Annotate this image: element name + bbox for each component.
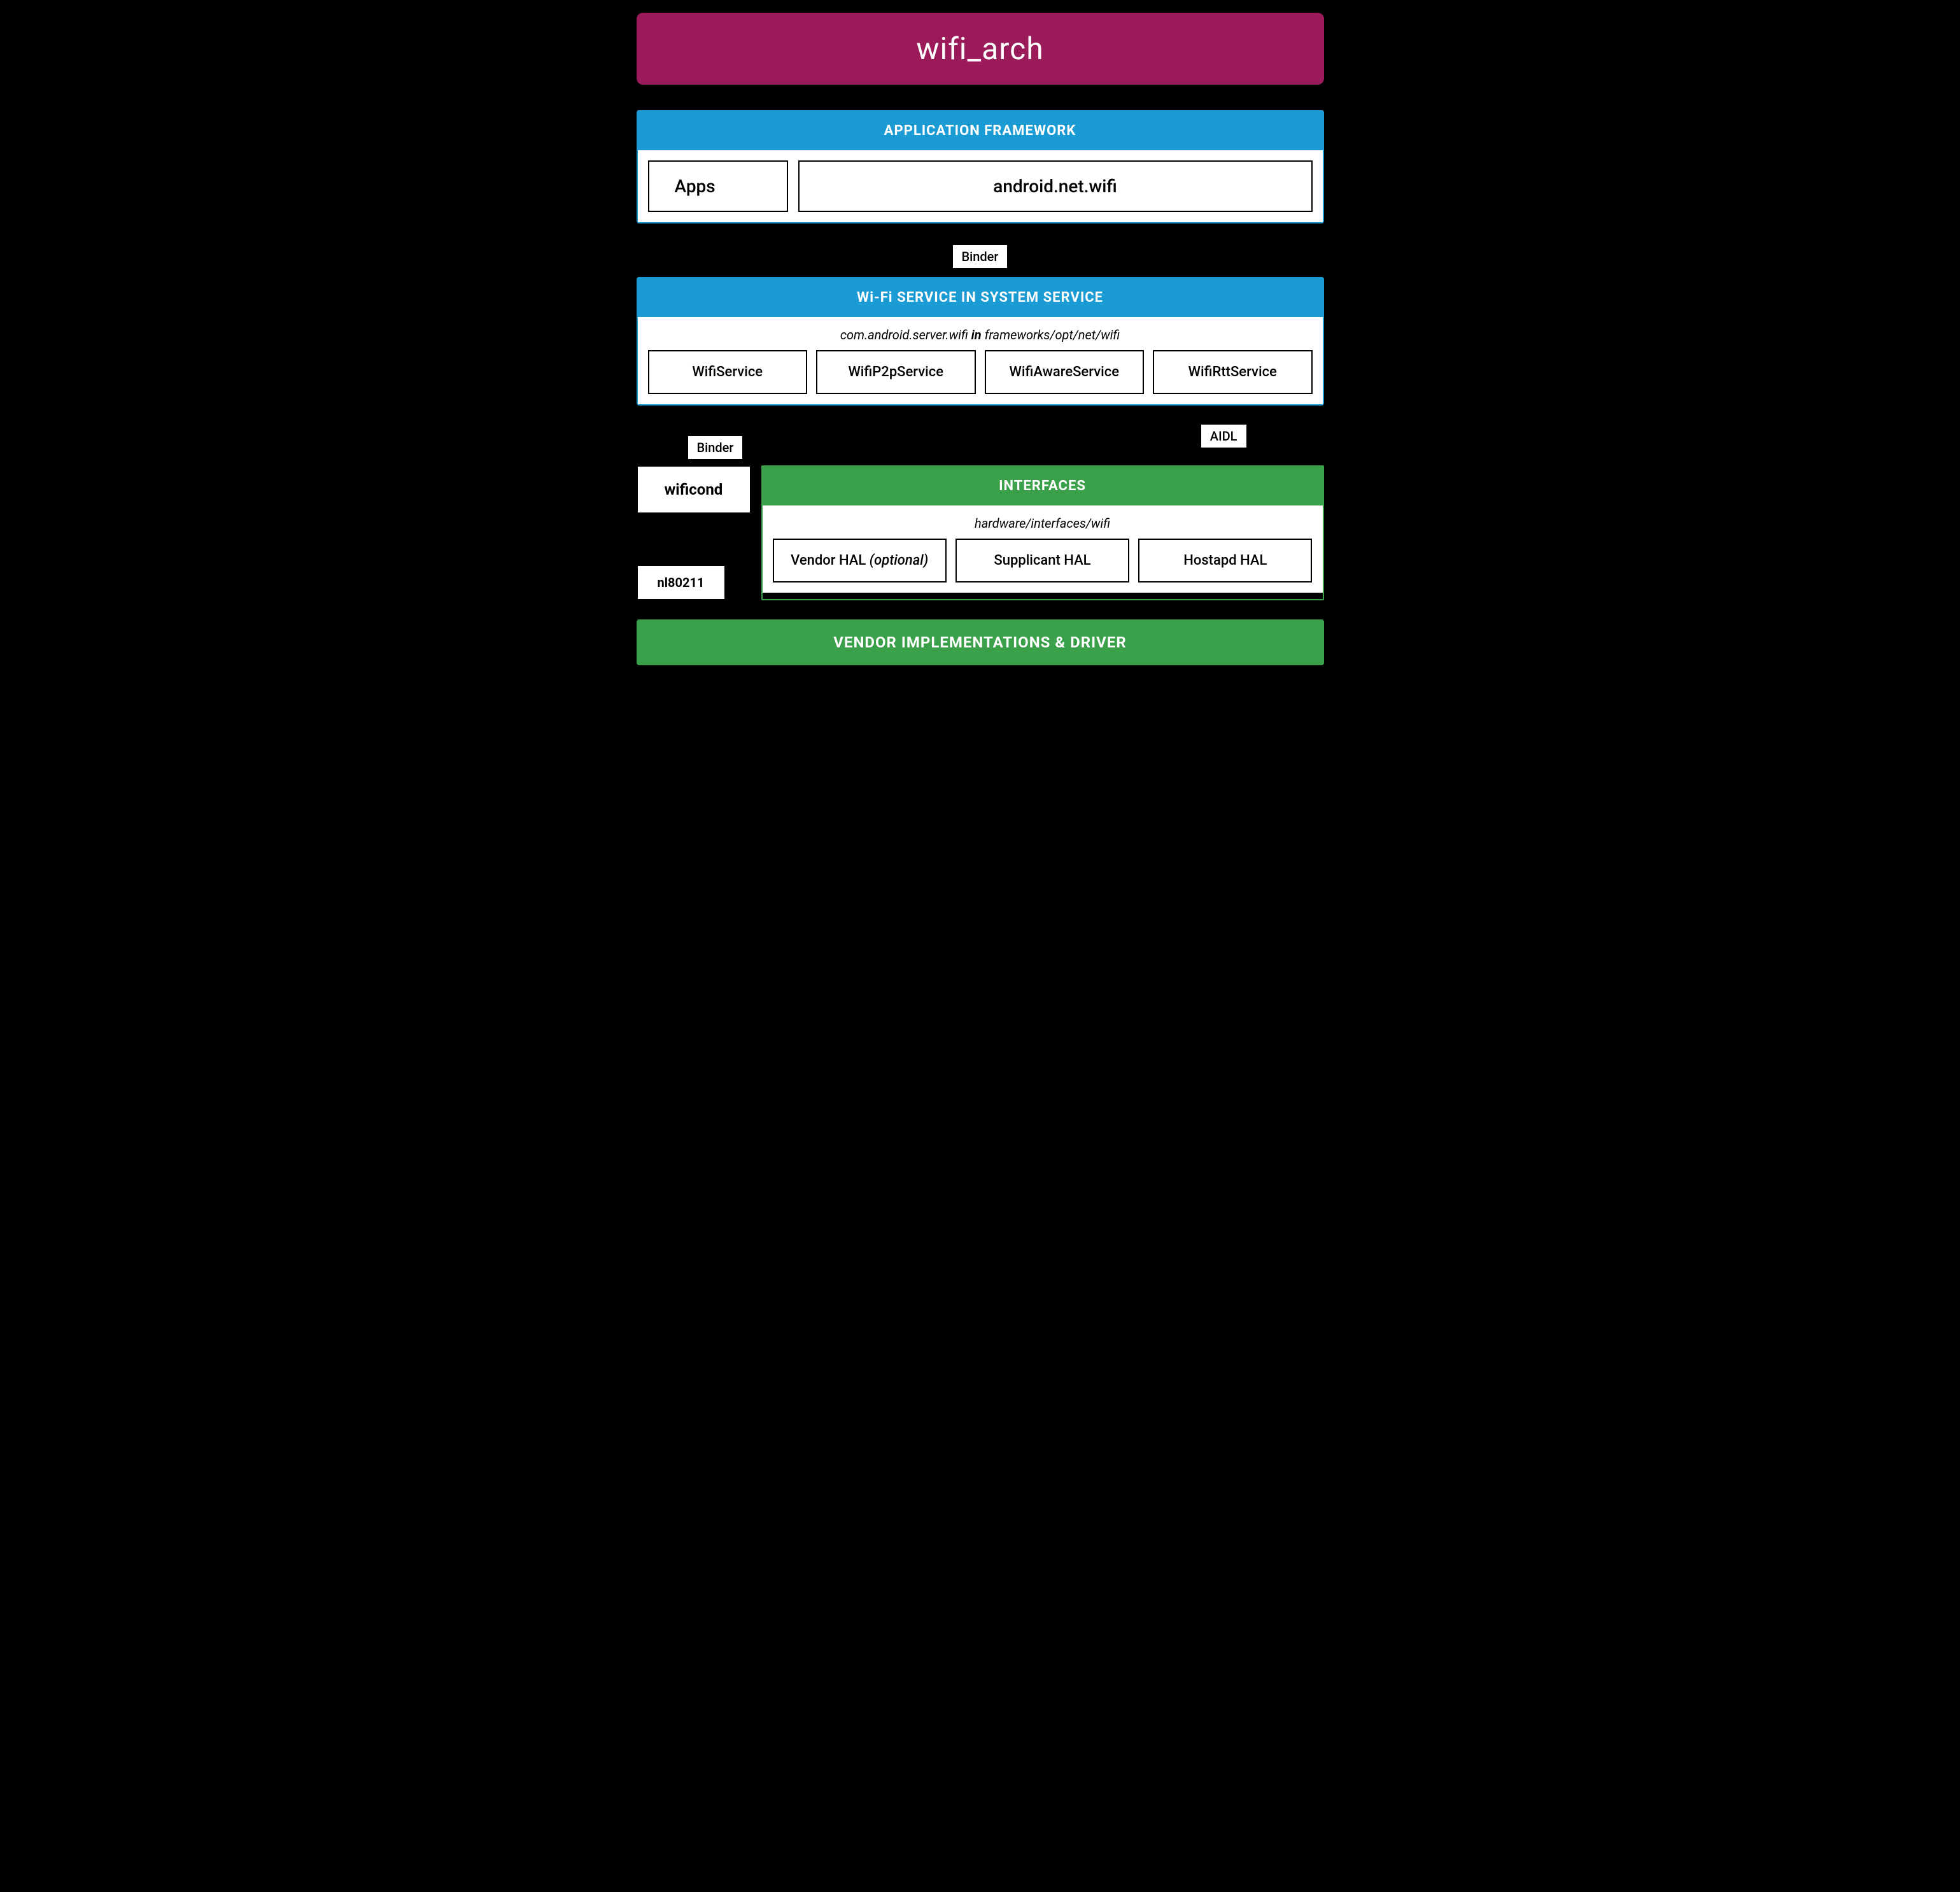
vendor-hal-text: Vendor HAL (optional) — [791, 553, 928, 568]
supplicant-hal-box: Supplicant HAL — [955, 539, 1129, 582]
interfaces-body: hardware/interfaces/wifi Vendor HAL (opt… — [763, 505, 1323, 593]
wifi-service-body: com.android.server.wifi in frameworks/op… — [638, 317, 1323, 404]
wifiaware-service-box: WifiAwareService — [985, 350, 1145, 394]
hal-row: Vendor HAL (optional) Supplicant HAL Hos… — [773, 539, 1313, 582]
nl80211-box: nl80211 — [637, 565, 726, 600]
between-sections-connector: Binder AIDL — [637, 418, 1324, 465]
vendor-hal-box: Vendor HAL (optional) — [773, 539, 947, 582]
wifi-service-subtext: com.android.server.wifi in frameworks/op… — [648, 327, 1313, 342]
page-title: wifi_arch — [649, 31, 1311, 67]
vendor-section: VENDOR IMPLEMENTATIONS & DRIVER — [637, 619, 1324, 665]
apps-box: Apps — [648, 160, 788, 212]
wifi-service-section: Wi-Fi SERVICE IN SYSTEM SERVICE com.andr… — [637, 277, 1324, 406]
wificond-column: wificond nl80211 — [637, 465, 751, 600]
interfaces-section: INTERFACES hardware/interfaces/wifi Vend… — [761, 465, 1324, 600]
wifi-service-box: WifiService — [648, 350, 808, 394]
arrow-up-icon — [714, 423, 726, 435]
android-net-box: android.net.wifi — [798, 160, 1313, 212]
app-framework-header: APPLICATION FRAMEWORK — [638, 111, 1323, 150]
binder-top-label: Binder — [952, 244, 1009, 269]
app-framework-section: APPLICATION FRAMEWORK Apps android.net.w… — [637, 110, 1324, 223]
interfaces-header: INTERFACES — [763, 467, 1323, 505]
wificond-box: wificond — [637, 465, 751, 514]
hostapd-hal-box: Hostapd HAL — [1138, 539, 1312, 582]
aidl-right-connector: AIDL — [777, 423, 1324, 449]
lower-section: wificond nl80211 INTERFACES hardware/int… — [637, 465, 1324, 600]
wifirtt-service-box: WifiRttService — [1153, 350, 1313, 394]
wifi-service-header: Wi-Fi SERVICE IN SYSTEM SERVICE — [638, 278, 1323, 317]
wifip2p-service-box: WifiP2pService — [816, 350, 976, 394]
binder-top-connector: Binder — [637, 236, 1324, 277]
aidl-label: AIDL — [1200, 423, 1248, 449]
app-framework-body: Apps android.net.wifi — [638, 150, 1323, 222]
binder-left-connector: Binder — [637, 423, 777, 460]
binder-left-label: Binder — [687, 435, 744, 460]
title-bar: wifi_arch — [637, 13, 1324, 85]
interfaces-subtext: hardware/interfaces/wifi — [773, 516, 1313, 531]
services-row: WifiService WifiP2pService WifiAwareServ… — [648, 350, 1313, 394]
